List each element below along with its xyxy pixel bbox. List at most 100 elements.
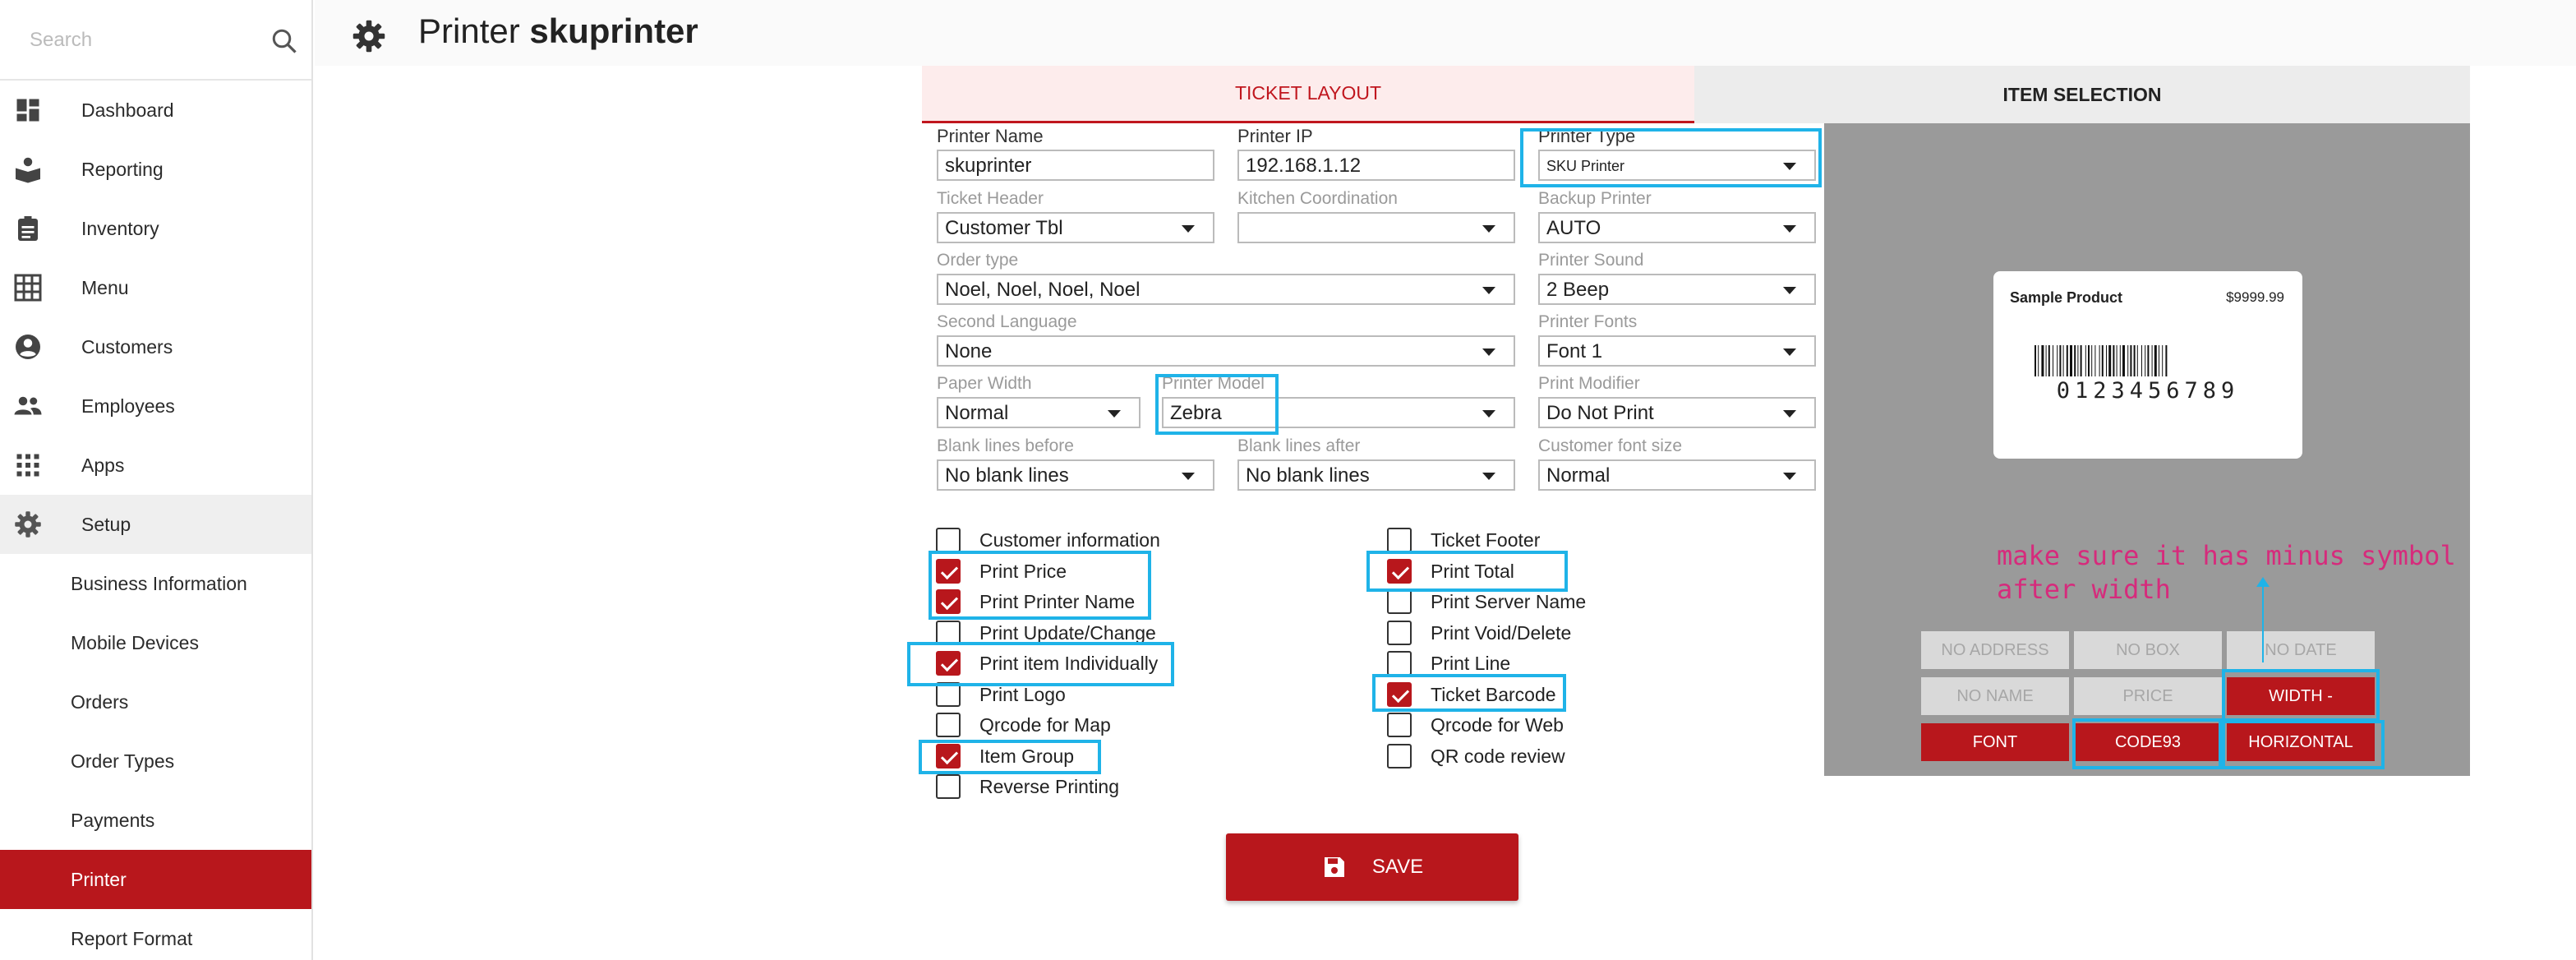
gear-icon <box>353 20 385 53</box>
sidebar-subitem-orders[interactable]: Orders <box>0 672 311 732</box>
barcode-bar <box>2070 345 2072 376</box>
sidebar-subitem-printer[interactable]: Printer <box>0 850 311 909</box>
search-input[interactable] <box>30 21 260 59</box>
checkbox[interactable] <box>936 589 961 614</box>
kitchen-coordination-select[interactable] <box>1237 212 1515 243</box>
barcode-bar <box>2057 345 2058 376</box>
checkbox[interactable] <box>1387 589 1412 614</box>
checkbox[interactable] <box>1387 620 1412 645</box>
width-minus-button[interactable]: WIDTH - <box>2227 677 2375 715</box>
printer-ip-label: Printer IP <box>1237 126 1313 146</box>
printer-fonts-select[interactable]: Font 1 <box>1538 335 1816 367</box>
sidebar-item-reporting[interactable]: Reporting <box>0 140 311 199</box>
sidebar-item-employees[interactable]: Employees <box>0 376 311 436</box>
tab-ticket-layout[interactable]: TICKET LAYOUT <box>922 66 1694 123</box>
checkbox[interactable] <box>936 528 961 552</box>
chevron-down-icon <box>1108 410 1121 418</box>
font-button[interactable]: FONT <box>1921 723 2069 761</box>
printer-name-field[interactable]: skuprinter <box>937 150 1214 181</box>
printer-type-select[interactable]: SKU Printer <box>1538 150 1816 181</box>
sidebar-item-label: Reporting <box>81 158 164 180</box>
sidebar-subitem-payments[interactable]: Payments <box>0 791 311 850</box>
sidebar-item-label: Inventory <box>81 217 159 239</box>
checkbox[interactable] <box>1387 558 1412 584</box>
checkbox-label: Qrcode for Web <box>1431 714 1564 736</box>
checkbox[interactable] <box>936 743 961 768</box>
ticket-header-select[interactable]: Customer Tbl <box>937 212 1214 243</box>
checkbox-label: Print Total <box>1431 560 1514 582</box>
sidebar-item-inventory[interactable]: Inventory <box>0 199 311 258</box>
second-language-label: Second Language <box>937 312 1077 331</box>
blank-lines-after-select[interactable]: No blank lines <box>1237 459 1515 491</box>
order-type-select[interactable]: Noel, Noel, Noel, Noel <box>937 274 1515 305</box>
order-type-value: Noel, Noel, Noel, Noel <box>945 279 1141 301</box>
sidebar-item-apps[interactable]: Apps <box>0 436 311 495</box>
kitchen-coordination-label: Kitchen Coordination <box>1237 189 1398 208</box>
barcode-bar <box>2136 345 2138 376</box>
sidebar-subitem-mobile-devices[interactable]: Mobile Devices <box>0 613 311 672</box>
barcode-bar <box>2099 345 2100 376</box>
checkbox[interactable] <box>1387 681 1412 707</box>
barcode-bar <box>2094 345 2096 376</box>
checkbox-label: Print Server Name <box>1431 591 1587 612</box>
printer-ip-field[interactable]: 192.168.1.12 <box>1237 150 1515 181</box>
blank-lines-after-value: No blank lines <box>1246 464 1370 487</box>
checkbox[interactable] <box>936 651 961 676</box>
tab-item-selection[interactable]: ITEM SELECTION <box>1694 66 2470 123</box>
customer-font-size-select[interactable]: Normal <box>1538 459 1816 491</box>
sidebar-subitem-business-information[interactable]: Business Information <box>0 554 311 613</box>
no-address-button[interactable]: NO ADDRESS <box>1921 631 2069 669</box>
sidebar-item-setup[interactable]: Setup <box>0 495 311 554</box>
sidebar-item-menu[interactable]: Menu <box>0 258 311 317</box>
checkbox[interactable] <box>1387 651 1412 676</box>
printer-sound-select[interactable]: 2 Beep <box>1538 274 1816 305</box>
checkbox[interactable] <box>1387 743 1412 768</box>
clipboard-icon <box>18 216 38 241</box>
price-button[interactable]: PRICE <box>2074 677 2222 715</box>
sidebar-subitem-order-types[interactable]: Order Types <box>0 732 311 791</box>
printer-fonts-value: Font 1 <box>1546 340 1603 362</box>
chevron-down-icon <box>1482 225 1495 233</box>
annotation-note: make sure it has minus symbol after widt… <box>1997 539 2456 607</box>
blank-lines-before-select[interactable]: No blank lines <box>937 459 1214 491</box>
printer-sound-label: Printer Sound <box>1538 251 1644 270</box>
checkbox[interactable] <box>936 774 961 799</box>
print-modifier-select[interactable]: Do Not Print <box>1538 397 1816 428</box>
checkbox[interactable] <box>1387 713 1412 737</box>
search-icon[interactable] <box>270 26 299 56</box>
checkbox[interactable] <box>936 620 961 645</box>
sidebar-subitem-report-format[interactable]: Report Format <box>0 909 311 960</box>
checkbox[interactable] <box>936 681 961 707</box>
account-circle-icon <box>16 335 40 359</box>
no-name-button[interactable]: NO NAME <box>1921 677 2069 715</box>
barcode-bar <box>2085 345 2086 376</box>
printer-type-value: SKU Printer <box>1546 158 1625 174</box>
checkbox[interactable] <box>936 713 961 737</box>
barcode-bar <box>2038 345 2039 376</box>
sidebar-subitem-label: Report Format <box>71 927 193 949</box>
sidebar-item-customers[interactable]: Customers <box>0 317 311 376</box>
checkbox[interactable] <box>936 558 961 584</box>
no-date-button[interactable]: NO DATE <box>2227 631 2375 669</box>
code93-button[interactable]: CODE93 <box>2074 723 2222 761</box>
no-box-button[interactable]: NO BOX <box>2074 631 2222 669</box>
backup-printer-select[interactable]: AUTO <box>1538 212 1816 243</box>
second-language-select[interactable]: None <box>937 335 1515 367</box>
barcode-bar <box>2062 345 2064 376</box>
sidebar-item-dashboard[interactable]: Dashboard <box>0 81 311 140</box>
people-icon <box>14 396 42 415</box>
checkbox[interactable] <box>1387 528 1412 552</box>
save-button[interactable]: SAVE <box>1226 833 1518 901</box>
sidebar-subitem-label: Orders <box>71 690 129 713</box>
checkbox-label: Print Printer Name <box>979 591 1136 612</box>
checkbox-label: Print Line <box>1431 653 1511 674</box>
horizontal-button[interactable]: HORIZONTAL <box>2227 723 2375 761</box>
barcode-bar <box>2130 345 2132 376</box>
paper-width-select[interactable]: Normal <box>937 397 1141 428</box>
product-name: Sample Product <box>2010 289 2123 306</box>
blank-lines-before-value: No blank lines <box>945 464 1069 487</box>
tab-label: ITEM SELECTION <box>2002 83 2162 105</box>
barcode-bar <box>2041 345 2044 376</box>
printer-model-select[interactable]: Zebra <box>1162 397 1515 428</box>
annotation-arrow <box>2256 577 2270 662</box>
